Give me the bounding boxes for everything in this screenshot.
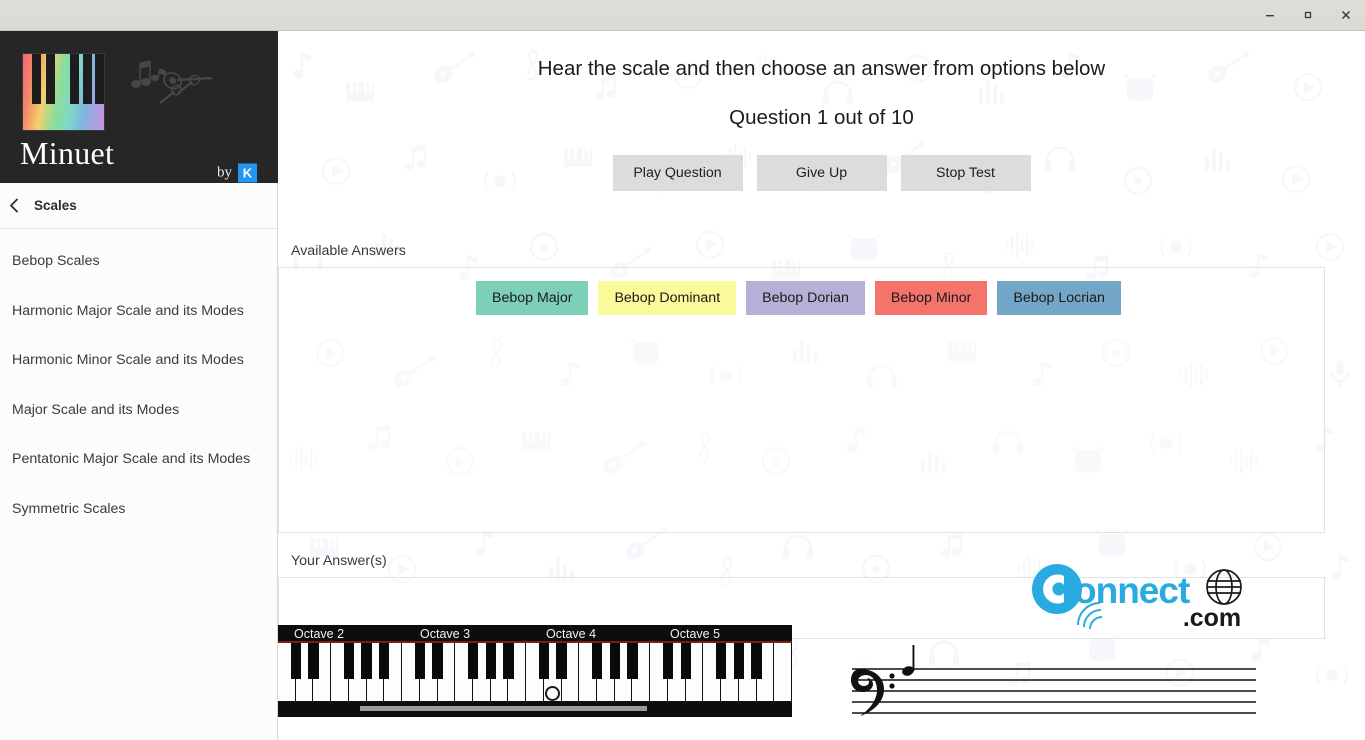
application-window: Minuet by K Scales Bebop Scales Harmonic…: [0, 0, 1365, 740]
piano-black-key[interactable]: [680, 643, 691, 679]
answer-chip-bebop-dorian[interactable]: Bebop Dorian: [746, 281, 865, 315]
sidebar-item-symmetric-scales[interactable]: Symmetric Scales: [0, 493, 277, 527]
quiz-prompt: Hear the scale and then choose an answer…: [537, 57, 1106, 80]
maximize-icon: [1304, 11, 1312, 19]
piano-black-key[interactable]: [556, 643, 567, 679]
octave-label-bar: Octave 2 Octave 3 Octave 4 Octave 5: [278, 625, 792, 643]
piano-black-key[interactable]: [538, 643, 549, 679]
piano-logo-icon: [22, 53, 105, 131]
chevron-left-icon[interactable]: [9, 198, 20, 213]
piano-black-key[interactable]: [290, 643, 301, 679]
main-content: Hear the scale and then choose an answer…: [278, 31, 1365, 740]
kde-logo-icon: K: [238, 163, 257, 183]
your-answers-label: Your Answer(s): [291, 553, 387, 569]
sidebar: Minuet by K Scales Bebop Scales Harmonic…: [0, 31, 278, 740]
piano-black-key[interactable]: [467, 643, 479, 679]
vendor-attribution: by K: [217, 163, 257, 183]
stop-test-button[interactable]: Stop Test: [900, 155, 1031, 191]
piano-scrollbar[interactable]: [278, 701, 792, 717]
quarter-note: [902, 645, 915, 676]
available-answers-label: Available Answers: [291, 243, 406, 259]
piano-black-key[interactable]: [609, 643, 620, 679]
answer-chip-list: Bebop Major Bebop Dominant Bebop Dorian …: [279, 268, 1324, 315]
close-button[interactable]: [1327, 0, 1365, 31]
sidebar-item-harmonic-minor[interactable]: Harmonic Minor Scale and its Modes: [0, 344, 277, 378]
piano-scrollbar-thumb[interactable]: [360, 706, 647, 711]
sidebar-header[interactable]: Scales: [0, 183, 277, 229]
piano-black-key[interactable]: [361, 643, 372, 679]
music-decoration-icon: [131, 60, 213, 104]
octave-label: Octave 2: [294, 627, 345, 641]
minimize-icon: [1266, 15, 1274, 17]
piano-keys[interactable]: [278, 643, 792, 701]
sidebar-item-bebop-scales[interactable]: Bebop Scales: [0, 245, 277, 279]
play-question-button[interactable]: Play Question: [612, 155, 743, 191]
give-up-button[interactable]: Give Up: [756, 155, 887, 191]
maximize-button[interactable]: [1289, 0, 1327, 31]
piano-black-key[interactable]: [627, 643, 638, 679]
piano-black-key[interactable]: [343, 643, 355, 679]
piano-black-key[interactable]: [733, 643, 744, 679]
piano-black-key[interactable]: [503, 643, 514, 679]
close-icon: [1341, 10, 1351, 20]
sidebar-item-major-scale[interactable]: Major Scale and its Modes: [0, 394, 277, 428]
piano-black-key[interactable]: [485, 643, 496, 679]
octave-label: Octave 5: [670, 627, 721, 641]
by-label: by: [217, 164, 232, 181]
answer-chip-bebop-locrian[interactable]: Bebop Locrian: [997, 281, 1121, 315]
bass-clef-icon: [851, 669, 895, 716]
piano-black-key[interactable]: [414, 643, 425, 679]
piano-black-key[interactable]: [662, 643, 674, 679]
piano-keyboard[interactable]: Octave 2 Octave 3 Octave 4 Octave 5: [278, 625, 792, 717]
app-logo-panel: Minuet by K: [0, 31, 278, 183]
sidebar-item-harmonic-major[interactable]: Harmonic Major Scale and its Modes: [0, 295, 277, 329]
piano-black-key[interactable]: [715, 643, 727, 679]
staff-lines: [852, 668, 1256, 714]
answer-chip-bebop-major[interactable]: Bebop Major: [476, 281, 589, 315]
title-bar: [0, 0, 1365, 31]
quiz-controls: Play Question Give Up Stop Test: [278, 155, 1365, 191]
quiz-content: Hear the scale and then choose an answer…: [278, 31, 1365, 740]
music-staff: [851, 645, 1256, 716]
piano-black-key[interactable]: [751, 643, 762, 679]
piano-black-key[interactable]: [379, 643, 390, 679]
sidebar-item-pentatonic-major[interactable]: Pentatonic Major Scale and its Modes: [0, 443, 277, 477]
minimize-button[interactable]: [1251, 0, 1289, 31]
answer-chip-bebop-dominant[interactable]: Bebop Dominant: [598, 281, 737, 315]
answer-chip-bebop-minor[interactable]: Bebop Minor: [874, 281, 988, 315]
available-answers-panel: Bebop Major Bebop Dominant Bebop Dorian …: [278, 267, 1325, 533]
sidebar-header-label: Scales: [34, 198, 77, 213]
question-counter: Question 1 out of 10: [729, 106, 914, 129]
piano-black-key[interactable]: [308, 643, 319, 679]
app-title: Minuet: [20, 135, 115, 171]
octave-label: Octave 4: [546, 627, 597, 641]
piano-black-key[interactable]: [432, 643, 443, 679]
piano-black-key[interactable]: [591, 643, 603, 679]
octave-label: Octave 3: [420, 627, 471, 641]
piano-white-key[interactable]: [774, 643, 792, 701]
sidebar-list: Bebop Scales Harmonic Major Scale and it…: [0, 229, 277, 526]
